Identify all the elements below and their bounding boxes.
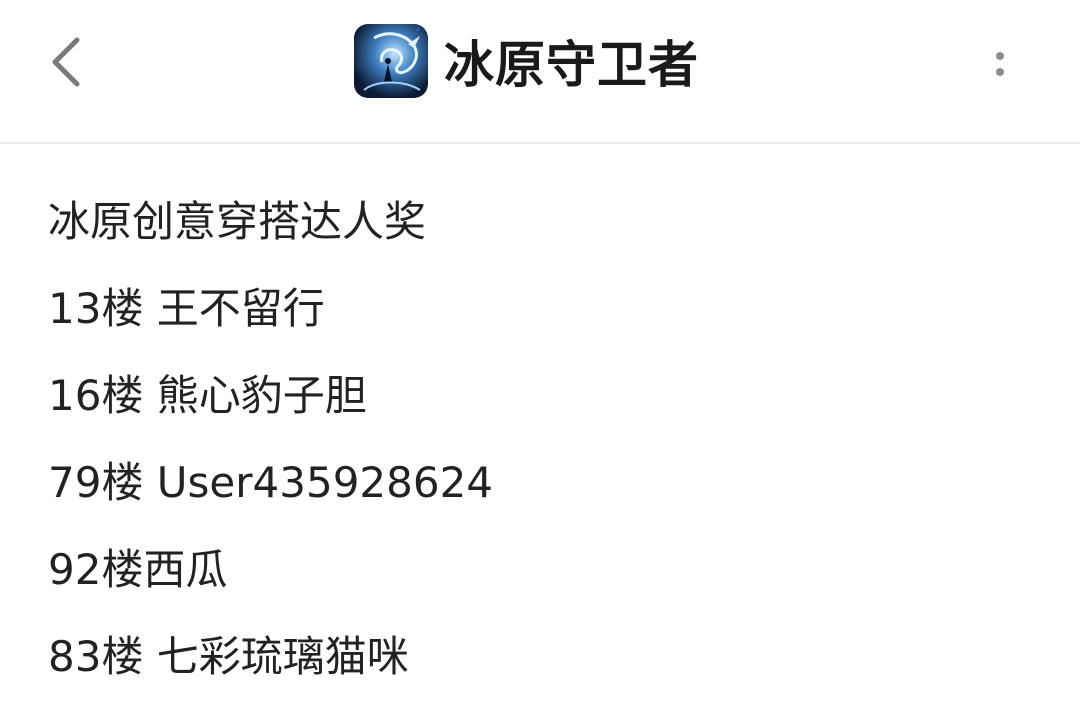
more-vertical-icon [996, 52, 1004, 60]
title-group: 冰原守卫者 [354, 24, 699, 98]
winner-line: 16楼 熊心豹子胆 [48, 371, 367, 420]
back-button[interactable] [38, 30, 94, 94]
post-content: 冰原创意穿搭达人奖 13楼 王不留行 16楼 熊心豹子胆 79楼 User435… [48, 178, 1048, 700]
more-options-button[interactable] [978, 36, 1022, 92]
top-navigation-bar: 冰原守卫者 [0, 0, 1080, 144]
winner-line: 79楼 User435928624 [48, 458, 494, 507]
award-title: 冰原创意穿搭达人奖 [48, 197, 427, 246]
winner-line: 92楼西瓜 [48, 545, 228, 594]
page-title: 冰原守卫者 [444, 36, 699, 94]
winner-line: 83楼 七彩琉璃猫咪 [48, 632, 409, 681]
winner-line: 13楼 王不留行 [48, 284, 325, 333]
game-logo-icon [354, 24, 428, 98]
chevron-left-icon [52, 37, 80, 87]
